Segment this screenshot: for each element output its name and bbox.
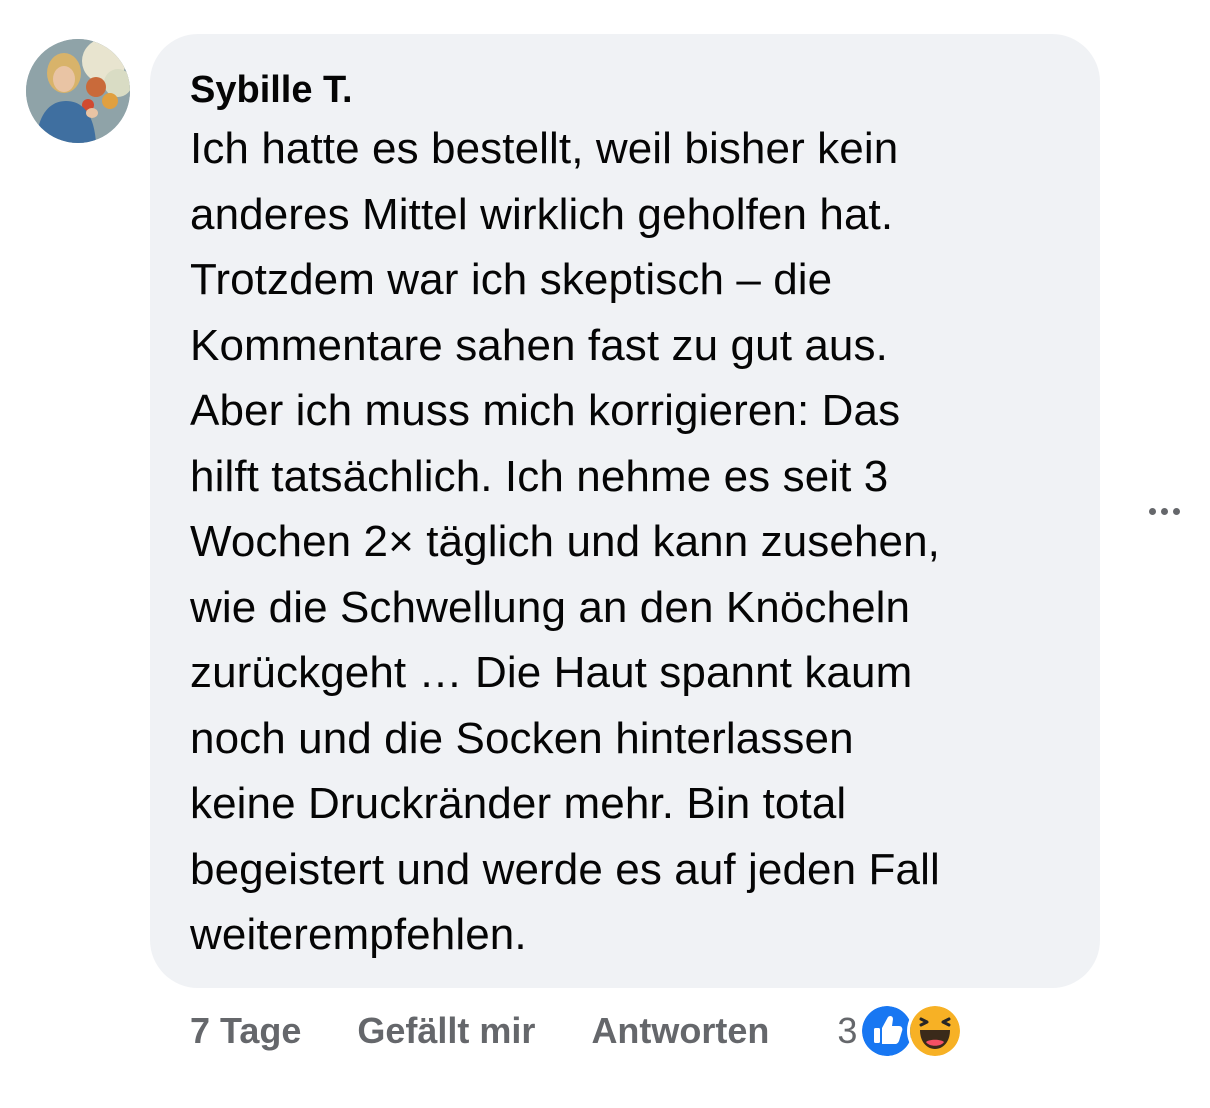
more-options-button[interactable]: [1140, 494, 1188, 528]
comment-timestamp[interactable]: 7 Tage: [190, 1010, 301, 1052]
avatar-photo: [26, 39, 130, 143]
more-dot-icon: [1160, 507, 1168, 515]
more-dot-icon: [1172, 507, 1180, 515]
comment-bubble: Sybille T. Ich hatte es bestellt, weil b…: [150, 34, 1100, 988]
haha-reaction-icon: [907, 1003, 964, 1059]
comment-author[interactable]: Sybille T.: [190, 68, 1060, 112]
reply-button[interactable]: Antworten: [591, 1010, 769, 1052]
avatar[interactable]: [26, 39, 130, 143]
comment-text: Ich hatte es bestellt, weil bisher kein …: [190, 124, 940, 959]
reaction-summary[interactable]: 3: [837, 1003, 964, 1059]
more-dot-icon: [1148, 507, 1156, 515]
like-button[interactable]: Gefällt mir: [357, 1010, 535, 1052]
comment-actions: 7 Tage Gefällt mir Antworten 3: [190, 1003, 964, 1059]
reaction-count: 3: [837, 1010, 858, 1051]
